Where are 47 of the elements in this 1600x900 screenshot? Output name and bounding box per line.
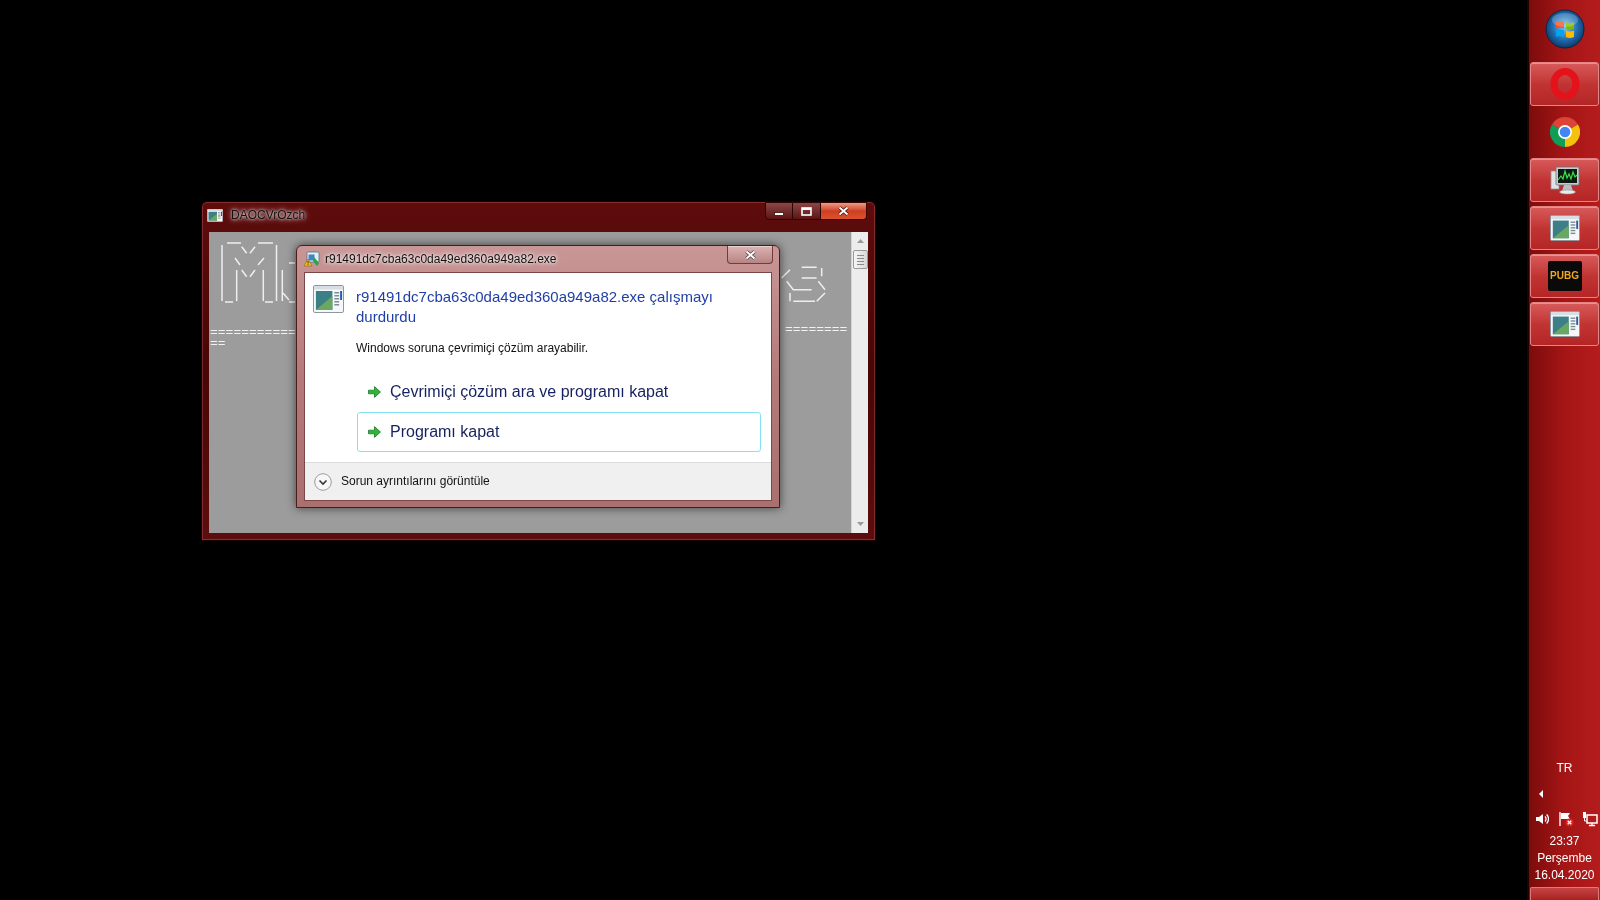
network-monitor-icon[interactable] — [1582, 811, 1598, 827]
scroll-up-arrow-icon — [856, 239, 864, 243]
close-button[interactable] — [727, 246, 773, 264]
speaker-icon[interactable] — [1535, 812, 1549, 826]
monitor-chart-icon — [1548, 165, 1581, 195]
taskbar-button[interactable] — [1530, 158, 1599, 202]
start-orb-icon — [1544, 9, 1585, 49]
caret-left-icon[interactable] — [1539, 790, 1543, 798]
start-button[interactable] — [1544, 9, 1585, 49]
minimize-button[interactable] — [765, 202, 793, 220]
app-window-icon — [313, 285, 344, 313]
program-warning-icon — [304, 251, 320, 267]
close-button[interactable] — [821, 202, 867, 220]
ring-logo-icon — [1549, 68, 1580, 100]
app-window-icon — [207, 208, 223, 222]
flag-error-icon[interactable] — [1557, 811, 1574, 827]
minimize-icon — [774, 211, 784, 216]
taskbar-button[interactable]: PUBG — [1530, 254, 1599, 298]
error-heading: r91491dc7cba63c0da49ed360a949a82.exe çalışmayı durdurdu — [356, 287, 714, 327]
console-text: ======== — [785, 324, 848, 335]
maximize-icon — [801, 206, 812, 216]
show-desktop-button[interactable] — [1530, 887, 1599, 900]
scrollbar-thumb[interactable] — [852, 250, 868, 269]
app-window-icon — [1549, 215, 1580, 241]
segmented-circle-logo-icon — [1549, 117, 1580, 147]
app-window-icon — [1549, 311, 1580, 337]
clock-time[interactable]: 23:37 — [1549, 833, 1580, 850]
language-indicator[interactable]: TR — [1556, 761, 1573, 775]
scroll-down-arrow-icon — [856, 522, 864, 526]
command-link[interactable]: Programı kapat — [357, 412, 761, 452]
clock-weekday[interactable]: Perşembe — [1537, 850, 1592, 867]
error-message: Windows soruna çevrimiçi çözüm arayabilir. — [356, 341, 589, 356]
command-link[interactable]: Çevrimiçi çözüm ara ve programı kapat — [357, 372, 761, 412]
close-icon — [744, 249, 756, 260]
taskbar-button[interactable] — [1530, 206, 1599, 250]
clock-date[interactable]: 16.04.2020 — [1534, 867, 1595, 884]
scrollbar[interactable] — [851, 232, 868, 533]
window-title: DAOCVrOzch — [231, 208, 306, 222]
maximize-button[interactable] — [793, 202, 821, 220]
arrow-right-icon — [368, 386, 381, 398]
taskbar-button[interactable] — [1530, 302, 1599, 346]
console-text: =========== — [210, 327, 296, 338]
console-text: == — [210, 338, 226, 349]
details-toggle[interactable]: Sorun ayrıntılarını görüntüle — [314, 472, 490, 491]
dialog-title: r91491dc7cba63c0da49ed360a949a82.exe — [325, 252, 557, 266]
close-icon — [838, 206, 849, 216]
arrow-right-icon — [368, 426, 381, 438]
